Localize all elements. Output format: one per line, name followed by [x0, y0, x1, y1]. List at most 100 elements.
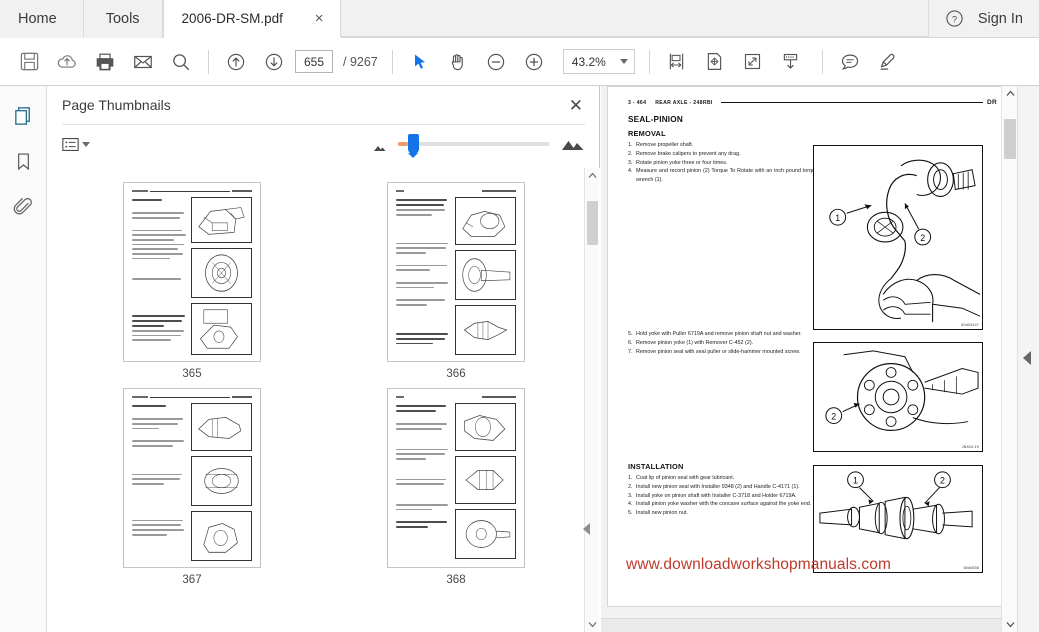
left-navigation-rail	[0, 86, 47, 632]
step-text: Install new pinion nut.	[636, 510, 688, 516]
list-item[interactable]: 366	[342, 182, 570, 380]
tab-home[interactable]: Home	[0, 0, 84, 38]
removal-steps-list: 1. Remove propeller shaft. 2. Remove brake…	[628, 141, 818, 185]
collapse-panel-arrow-icon[interactable]	[583, 523, 590, 535]
list-item[interactable]: 365	[78, 182, 306, 380]
step-text: Hold yoke with Puller 6719A and remove p…	[636, 331, 802, 337]
tab-tools[interactable]: Tools	[83, 0, 163, 38]
chevron-down-icon	[82, 141, 90, 147]
scrollbar-thumb[interactable]	[1003, 119, 1016, 159]
list-item: 3. Install yoke on pinion shaft with Inst…	[628, 492, 818, 501]
step-number: 7.	[628, 348, 633, 355]
pan-hand-icon[interactable]	[439, 43, 477, 81]
download-icon[interactable]	[772, 43, 810, 81]
help-circle-icon[interactable]: ?	[945, 9, 964, 28]
sign-in-button[interactable]: Sign In	[978, 11, 1023, 27]
list-item: 2. Remove brake calipers to prevent any d…	[628, 150, 818, 159]
list-item: 5. Install new pinion nut.	[628, 509, 818, 518]
thumbnail-page-366[interactable]	[387, 182, 525, 362]
list-item[interactable]: 368	[342, 388, 570, 586]
list-item: 7. Remove pinion seal with seal puller or…	[628, 348, 824, 357]
search-icon[interactable]	[162, 43, 200, 81]
step-text: Remove brake calipers to prevent any dra…	[636, 150, 741, 157]
upload-cloud-icon[interactable]	[48, 43, 86, 81]
zoom-out-icon[interactable]	[477, 43, 515, 81]
toolbar-separator-2	[391, 49, 393, 74]
step-number: 1.	[628, 142, 633, 148]
list-options-icon[interactable]	[62, 137, 90, 152]
large-thumbnail-icon[interactable]	[561, 137, 585, 151]
thumbnails-scrollbar[interactable]	[583, 168, 600, 632]
step-number: 3.	[628, 492, 633, 499]
pdf-reader-window: Home Tools 2006-DR-SM.pdf × ? Sign In 65…	[0, 0, 1039, 632]
toolbar-separator-3	[648, 49, 650, 74]
thumbnail-size-slider[interactable]	[398, 134, 550, 158]
scroll-up-arrow-icon[interactable]	[585, 168, 600, 183]
list-item[interactable]: 367	[78, 388, 306, 586]
thumbnails-grid: 365 366 367 368	[48, 168, 600, 586]
tab-document[interactable]: 2006-DR-SM.pdf ×	[162, 0, 341, 38]
step-number: 2.	[628, 483, 633, 490]
fit-width-icon[interactable]	[658, 43, 696, 81]
fit-page-icon[interactable]	[696, 43, 734, 81]
step-text: Remove pinion yoke (1) with Remover C-45…	[636, 339, 754, 346]
thumbnail-page-365[interactable]	[123, 182, 261, 362]
email-icon[interactable]	[124, 43, 162, 81]
document-header-tag: DR	[987, 99, 997, 106]
installation-heading: INSTALLATION	[628, 462, 684, 471]
attachments-icon[interactable]	[8, 192, 38, 222]
scroll-up-arrow-icon[interactable]	[1002, 86, 1018, 101]
close-icon[interactable]: ✕	[569, 97, 583, 114]
save-icon[interactable]	[10, 43, 48, 81]
tab-close-icon[interactable]: ×	[311, 9, 328, 28]
zoom-level-dropdown[interactable]: 43.2%	[562, 49, 635, 74]
document-bottom-bar	[601, 618, 1039, 632]
collapse-right-panel-arrow-icon[interactable]	[1023, 351, 1031, 365]
step-text: Rotate pinion yoke three or four times.	[636, 159, 728, 166]
list-item: 2. Install new pinion seal with Installer…	[628, 483, 818, 492]
thumbnail-page-number: 368	[446, 574, 466, 586]
scrollbar-thumb[interactable]	[586, 201, 598, 245]
thumbnails-scroll-area[interactable]: 365 366 367 368	[48, 168, 600, 632]
step-text: Coat lip of pinion seal with gear lubric…	[636, 475, 735, 481]
figure-pinion-yoke-remover: 2 JN403-19	[813, 342, 983, 452]
scroll-down-arrow-icon[interactable]	[1002, 617, 1018, 632]
previous-page-icon[interactable]	[217, 43, 255, 81]
chevron-down-icon	[619, 59, 628, 64]
right-tools-rail	[1017, 86, 1039, 632]
bookmarks-icon[interactable]	[8, 146, 38, 176]
step-number: 2.	[628, 150, 633, 157]
watermark-text: www.downloadworkshopmanuals.com	[626, 556, 892, 573]
scroll-down-arrow-icon[interactable]	[585, 617, 600, 632]
removal-steps-list-continued: 5. Hold yoke with Puller 6719A and remove…	[628, 330, 824, 356]
step-number: 5.	[628, 331, 633, 337]
comment-icon[interactable]	[831, 43, 869, 81]
thumbnail-page-367[interactable]	[123, 388, 261, 568]
document-scrollbar[interactable]	[1001, 86, 1017, 632]
tab-bar-right-group: ? Sign In	[927, 0, 1039, 37]
slider-handle[interactable]	[408, 134, 419, 158]
step-text: Install pinion yoke washer with the conc…	[636, 501, 812, 508]
highlight-icon[interactable]	[869, 43, 907, 81]
fullscreen-icon[interactable]	[734, 43, 772, 81]
thumbnail-page-368[interactable]	[387, 388, 525, 568]
figure-torque-wrench: 1 2 80d03447	[813, 145, 983, 330]
zoom-in-icon[interactable]	[515, 43, 553, 81]
svg-text:1: 1	[853, 476, 858, 486]
tab-tools-label: Tools	[105, 11, 140, 27]
step-text: Measure and record pinion (2) Torque To …	[636, 168, 818, 183]
thumbnail-page-number: 365	[182, 368, 202, 380]
select-cursor-icon[interactable]	[401, 43, 439, 81]
list-item: 3. Rotate pinion yoke three or four times…	[628, 159, 818, 168]
page-number-input[interactable]	[295, 50, 333, 73]
svg-text:2: 2	[920, 233, 925, 243]
small-thumbnail-icon[interactable]	[373, 139, 387, 151]
step-number: 5.	[628, 510, 633, 516]
step-number: 6.	[628, 339, 633, 346]
figure-tag: 80d0558	[963, 566, 979, 570]
page-title: SEAL-PINION	[628, 115, 683, 124]
page-thumbnails-icon[interactable]	[8, 100, 38, 130]
step-number: 4.	[628, 501, 633, 508]
print-icon[interactable]	[86, 43, 124, 81]
next-page-icon[interactable]	[255, 43, 293, 81]
